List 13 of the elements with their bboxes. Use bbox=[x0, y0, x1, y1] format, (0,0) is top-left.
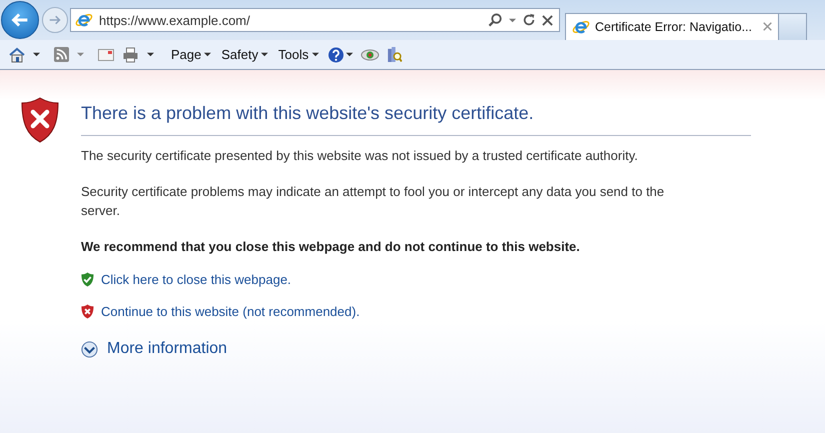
link[interactable]: Click here to close this webpage. bbox=[101, 272, 292, 286]
page-heading: There is a problem with this website's security certificate. bbox=[81, 102, 535, 125]
body-text: The security certificate presented by this website was not issued by a trusted certificate authority. bbox=[81, 147, 639, 165]
body-text: Security certificate problems may indicate an attempt to fool you or intercept any data you send to the server. bbox=[81, 183, 666, 220]
address-bar[interactable]: https://www.example.com/ bbox=[70, 8, 560, 32]
toolbar-menu[interactable]: Tools bbox=[275, 45, 322, 64]
address-text: https://www.example.com/ bbox=[99, 12, 250, 28]
toolbar-menu[interactable]: Page bbox=[168, 45, 214, 64]
toolbar-menu[interactable]: Safety bbox=[218, 45, 272, 64]
link[interactable]: Continue to this website (not recommended). bbox=[101, 304, 360, 318]
recommendation-text: We recommend that you close this webpage and do not continue to this website. bbox=[81, 238, 581, 256]
more-information-link[interactable]: More information bbox=[107, 340, 228, 358]
browser-tab[interactable]: Certificate Error: Navigatio... bbox=[565, 12, 779, 40]
